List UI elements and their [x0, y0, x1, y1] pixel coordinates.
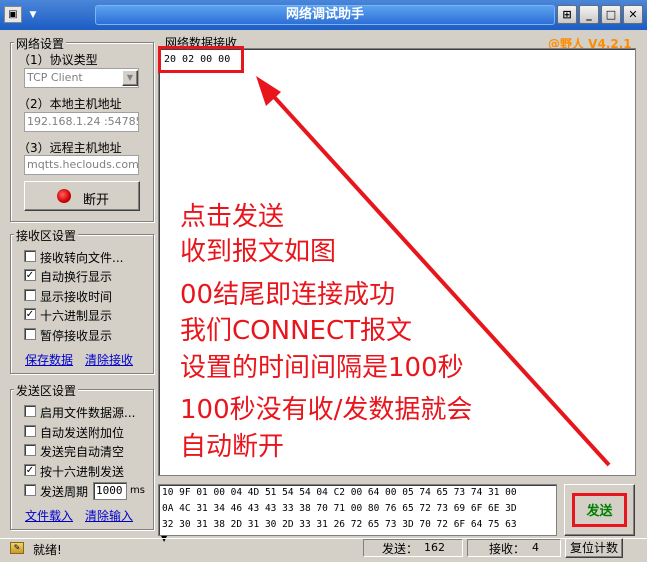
- recv-counter-label: 接收：: [489, 542, 526, 556]
- send-data-line: 32 30 31 38 2D 31 30 2D 33 31 26 72 65 7…: [162, 519, 517, 530]
- status-text: 就绪!: [33, 543, 62, 557]
- send-button-label: 发送: [586, 504, 613, 519]
- send-button[interactable]: 发送: [564, 484, 635, 536]
- sent-counter-label: 发送：: [382, 542, 419, 556]
- status-icon: ✎: [10, 542, 24, 554]
- annotation-line-7: 自动断开: [180, 432, 285, 462]
- annotation-line-4: 我们CONNECT报文: [180, 316, 412, 346]
- recv-counter-value: 4: [532, 541, 539, 554]
- send-data-line: 10 9F 01 00 04 4D 51 54 54 04 C2 00 64 0…: [162, 487, 517, 498]
- reset-count-button[interactable]: 复位计数: [565, 538, 623, 558]
- annotation-line-2: 收到报文如图: [180, 237, 337, 267]
- annotation-line-6: 100秒没有收/发数据就会: [180, 395, 473, 425]
- send-data-line: 0A 4C 31 34 46 43 43 33 38 70 71 00 80 7…: [162, 503, 517, 514]
- annotation-line-1: 点击发送: [180, 202, 285, 232]
- annotation-line-5: 设置的时间间隔是100秒: [180, 353, 464, 383]
- sent-counter-value: 162: [424, 541, 445, 554]
- annotation-line-3: 00结尾即连接成功: [180, 280, 396, 310]
